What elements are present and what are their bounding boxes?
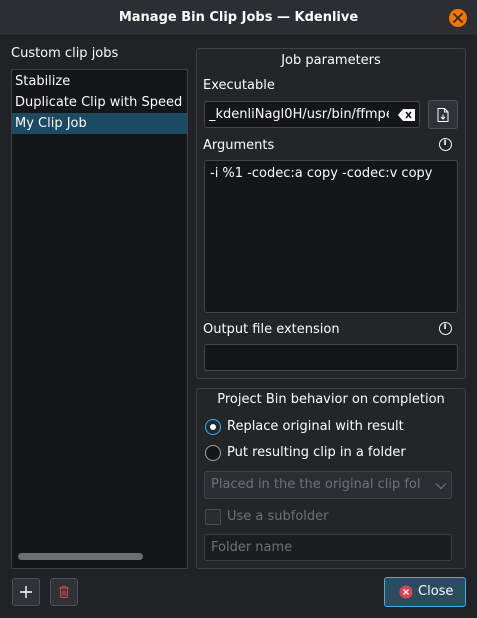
use-subfolder-label: Use a subfolder xyxy=(227,509,329,524)
put-in-folder-label[interactable]: Put resulting clip in a folder xyxy=(227,445,406,460)
close-circle-icon xyxy=(399,585,413,599)
horizontal-scrollbar[interactable] xyxy=(18,553,143,560)
folder-name-input[interactable]: Folder name xyxy=(204,534,452,561)
window-title: Manage Bin Clip Jobs — Kdenlive xyxy=(118,10,359,25)
close-icon xyxy=(453,13,463,23)
arguments-label: Arguments xyxy=(203,138,275,153)
executable-value: _kdenliNagl0H/usr/bin/ffmpeg xyxy=(209,107,389,122)
plus-icon xyxy=(20,586,32,598)
clip-jobs-label: Custom clip jobs xyxy=(11,46,119,61)
delete-job-button[interactable] xyxy=(50,578,78,606)
chevron-down-icon xyxy=(435,483,447,490)
output-extension-input[interactable] xyxy=(204,344,458,371)
replace-original-radio[interactable] xyxy=(205,419,221,435)
trash-icon xyxy=(59,585,69,599)
clip-jobs-list[interactable]: Stabilize Duplicate Clip with Speed Chan… xyxy=(11,69,188,569)
close-button-label: Close xyxy=(418,584,454,599)
clear-text-icon[interactable] xyxy=(398,109,416,121)
output-extension-label: Output file extension xyxy=(203,322,340,337)
info-icon[interactable] xyxy=(439,322,452,335)
executable-label: Executable xyxy=(203,78,275,93)
arguments-value: -i %1 -codec:a copy -codec:v copy xyxy=(210,166,433,181)
list-item[interactable]: Duplicate Clip with Speed Change xyxy=(12,92,187,113)
folder-location-combo[interactable]: Placed in the the original clip folder xyxy=(204,471,452,499)
arguments-textarea[interactable]: -i %1 -codec:a copy -codec:v copy xyxy=(204,160,458,313)
job-parameters-title: Job parameters xyxy=(281,53,381,68)
folder-name-placeholder: Folder name xyxy=(211,540,293,555)
put-in-folder-radio[interactable] xyxy=(205,445,221,461)
document-open-icon xyxy=(437,108,449,122)
folder-location-value: Placed in the the original clip folder xyxy=(211,477,421,492)
list-item[interactable]: My Clip Job xyxy=(12,113,187,134)
bin-behavior-title: Project Bin behavior on completion xyxy=(217,392,445,407)
window-close-button[interactable] xyxy=(449,9,467,27)
replace-original-label[interactable]: Replace original with result xyxy=(227,419,404,434)
info-icon[interactable] xyxy=(439,138,452,151)
list-item[interactable]: Stabilize xyxy=(12,71,187,92)
open-file-button[interactable] xyxy=(428,100,458,129)
close-button[interactable]: Close xyxy=(384,577,466,607)
add-job-button[interactable] xyxy=(12,578,40,606)
use-subfolder-checkbox[interactable] xyxy=(205,509,221,525)
executable-input[interactable]: _kdenliNagl0H/usr/bin/ffmpeg xyxy=(204,101,420,128)
